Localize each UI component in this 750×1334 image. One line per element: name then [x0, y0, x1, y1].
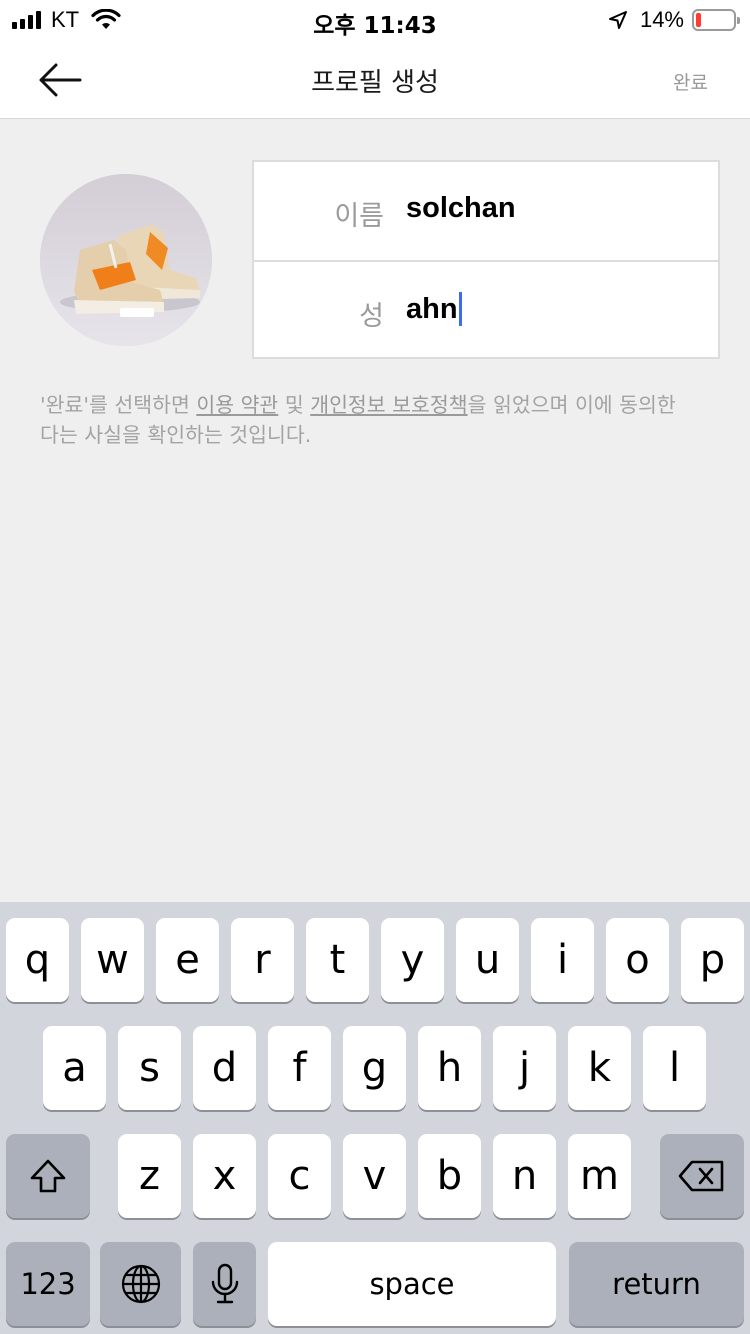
key-y[interactable]: y — [381, 918, 444, 1002]
first-name-value: solchan — [406, 192, 516, 224]
space-key[interactable]: space — [268, 1242, 556, 1326]
avatar[interactable] — [40, 174, 212, 346]
key-m[interactable]: m — [568, 1134, 631, 1218]
text-cursor — [458, 292, 462, 326]
battery-fill — [696, 13, 701, 27]
key-x[interactable]: x — [193, 1134, 256, 1218]
key-g[interactable]: g — [343, 1026, 406, 1110]
last-name-label: 성 — [359, 301, 384, 332]
terms-prefix: '완료'를 선택하면 — [40, 393, 197, 417]
delete-key[interactable] — [660, 1134, 744, 1218]
key-q[interactable]: q — [6, 918, 69, 1002]
key-j[interactable]: j — [493, 1026, 556, 1110]
key-w[interactable]: w — [81, 918, 144, 1002]
globe-key[interactable] — [100, 1242, 181, 1326]
key-h[interactable]: h — [418, 1026, 481, 1110]
terms-middle: 및 — [278, 393, 311, 417]
last-name-value: ahn — [406, 292, 458, 325]
battery-icon — [692, 9, 740, 31]
shift-key[interactable] — [6, 1134, 90, 1218]
first-name-field[interactable]: solchan — [406, 192, 516, 225]
microphone-icon — [211, 1263, 238, 1304]
battery-percent: 14% — [639, 7, 684, 32]
key-n[interactable]: n — [493, 1134, 556, 1218]
status-bar: KT 오후 11:43 14% — [0, 0, 750, 40]
privacy-policy-link[interactable]: 개인정보 보호정책 — [310, 393, 467, 417]
last-name-row[interactable]: 성 ahn — [254, 260, 718, 358]
status-right: 14% — [608, 6, 740, 34]
key-f[interactable]: f — [268, 1026, 331, 1110]
done-button[interactable]: 완료 — [673, 68, 708, 95]
backspace-icon — [678, 1160, 724, 1192]
first-name-label: 이름 — [334, 201, 384, 232]
key-e[interactable]: e — [156, 918, 219, 1002]
last-name-field[interactable]: ahn — [406, 292, 462, 326]
terms-notice: '완료'를 선택하면 이용 약관 및 개인정보 보호정책을 읽었으며 이에 동의… — [40, 390, 680, 450]
shift-icon — [30, 1159, 66, 1193]
key-v[interactable]: v — [343, 1134, 406, 1218]
sneaker-photo — [40, 174, 212, 346]
key-t[interactable]: t — [306, 918, 369, 1002]
key-z[interactable]: z — [118, 1134, 181, 1218]
keyboard: q w e r t y u i o p a s d f g h j k l z … — [0, 902, 750, 1334]
key-o[interactable]: o — [606, 918, 669, 1002]
key-a[interactable]: a — [43, 1026, 106, 1110]
key-d[interactable]: d — [193, 1026, 256, 1110]
numbers-key[interactable]: 123 — [6, 1242, 90, 1326]
terms-of-use-link[interactable]: 이용 약관 — [196, 393, 278, 417]
key-u[interactable]: u — [456, 918, 519, 1002]
name-fields: 이름 solchan 성 ahn — [252, 160, 720, 359]
location-arrow-icon — [608, 11, 627, 29]
first-name-row[interactable]: 이름 solchan — [254, 162, 718, 260]
key-s[interactable]: s — [118, 1026, 181, 1110]
key-i[interactable]: i — [531, 918, 594, 1002]
key-r[interactable]: r — [231, 918, 294, 1002]
return-key[interactable]: return — [569, 1242, 744, 1326]
key-p[interactable]: p — [681, 918, 744, 1002]
key-b[interactable]: b — [418, 1134, 481, 1218]
key-c[interactable]: c — [268, 1134, 331, 1218]
nav-header: 프로필 생성 완료 — [0, 40, 750, 119]
dictation-key[interactable] — [193, 1242, 256, 1326]
globe-icon — [121, 1264, 160, 1304]
page-title: 프로필 생성 — [311, 68, 439, 98]
key-k[interactable]: k — [568, 1026, 631, 1110]
key-l[interactable]: l — [643, 1026, 706, 1110]
